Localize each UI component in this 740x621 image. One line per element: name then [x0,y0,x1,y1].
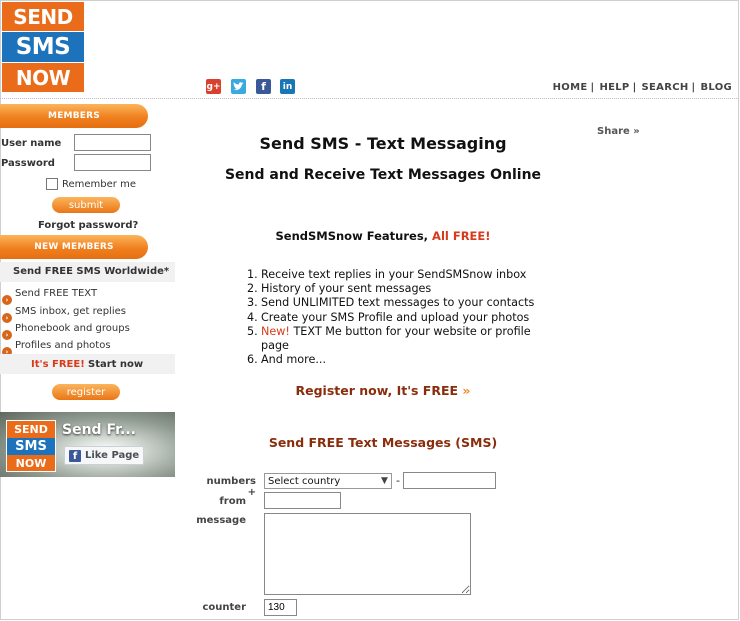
facebook-f-icon: f [69,449,81,462]
phone-number-input[interactable] [403,472,496,489]
logo-sms: SMS [2,32,84,62]
remember-checkbox[interactable] [46,178,58,190]
username-label: User name [1,138,62,149]
facebook-icon[interactable]: f [256,79,271,94]
from-label: from [219,496,246,507]
nav-search[interactable]: SEARCH [642,82,689,93]
logo-now: NOW [2,63,84,92]
register-now-label: Register now, It's FREE [295,383,459,398]
sidebar-item-free-text[interactable]: Send FREE TEXT [15,288,97,299]
share-link[interactable]: Share » [597,126,640,137]
site-logo[interactable]: SEND SMS NOW [2,2,84,92]
googleplus-icon[interactable]: g+ [206,79,221,94]
top-nav: HOME | HELP | SEARCH | BLOG [553,82,732,93]
country-select[interactable]: Select country ▼ [264,473,392,489]
remember-label: Remember me [62,179,136,190]
features-list: 1. Receive text replies in your SendSMSno… [247,268,547,367]
sms-form-title: Send FREE Text Messages (SMS) [268,435,498,450]
new-badge: New! [261,324,290,338]
fb-logo-now: NOW [7,455,55,471]
fb-logo-send: SEND [7,421,55,438]
header-divider [0,98,739,99]
message-textarea[interactable] [264,513,471,595]
facebook-page-widget[interactable]: SEND SMS NOW Send Fr... f Like Page [0,412,175,477]
list-item: 3. Send UNLIMITED text messages to your c… [247,296,535,310]
nav-help[interactable]: HELP [599,82,629,93]
twitter-icon[interactable] [231,79,246,94]
register-now-link[interactable]: Register now, It's FREE » [190,383,576,398]
list-item: 5. New! TEXT Me button for your website o… [247,324,531,353]
list-item: 1. Receive text replies in your SendSMSno… [247,268,527,281]
sidebar-item-profiles[interactable]: Profiles and photos [15,340,111,351]
list-item: 2. History of your sent messages [247,282,432,296]
fb-logo-sms: SMS [7,438,55,455]
features-title-suffix: All FREE! [432,229,491,243]
counter-label: counter [202,602,246,613]
start-now-link[interactable]: Start now [88,359,143,370]
username-input[interactable] [74,134,151,151]
password-label: Password [1,158,55,169]
numbers-label: numbers + [206,476,256,498]
submit-button[interactable]: submit [52,197,120,213]
fb-like-page-button[interactable]: f Like Page [64,446,144,465]
sidebar-item-inbox[interactable]: SMS inbox, get replies [15,306,126,317]
nav-separator: | [590,82,595,93]
fb-widget-logo: SEND SMS NOW [6,420,56,472]
new-members-header: NEW MEMBERS [0,235,148,259]
tagline: Send FREE SMS Worldwide* [13,266,170,277]
page-title: Send SMS - Text Messaging [259,134,507,153]
page-subtitle: Send and Receive Text Messages Online [224,167,542,183]
logo-send: SEND [2,2,84,31]
members-header: MEMBERS [0,104,148,128]
from-input[interactable] [264,492,341,509]
linkedin-icon[interactable]: in [280,79,295,94]
feature-arrow-icon: › [2,287,12,306]
nav-blog[interactable]: BLOG [700,82,732,93]
country-select-value: Select country [268,475,341,487]
chevron-down-icon: ▼ [381,476,388,486]
features-title-prefix: SendSMSnow Features, [275,229,429,243]
counter-field [264,599,297,616]
list-item: 6. And more... [247,353,327,367]
free-text: It's FREE! [31,359,85,370]
sidebar-item-phonebook[interactable]: Phonebook and groups [15,323,130,334]
double-chevron-icon: » [462,383,471,398]
nav-separator: | [632,82,637,93]
fb-like-label: Like Page [85,450,140,461]
nav-home[interactable]: HOME [553,82,588,93]
features-title: SendSMSnow Features, All FREE! [190,229,576,243]
fb-widget-title: Send Fr... [62,422,136,438]
forgot-password-link[interactable]: Forgot password? [38,220,138,231]
dash-separator: - [396,474,400,487]
message-label: message [196,515,246,526]
nav-separator: | [691,82,696,93]
password-input[interactable] [74,154,151,171]
list-item: 4. Create your SMS Profile and upload you… [247,310,530,324]
register-button[interactable]: register [52,384,120,400]
